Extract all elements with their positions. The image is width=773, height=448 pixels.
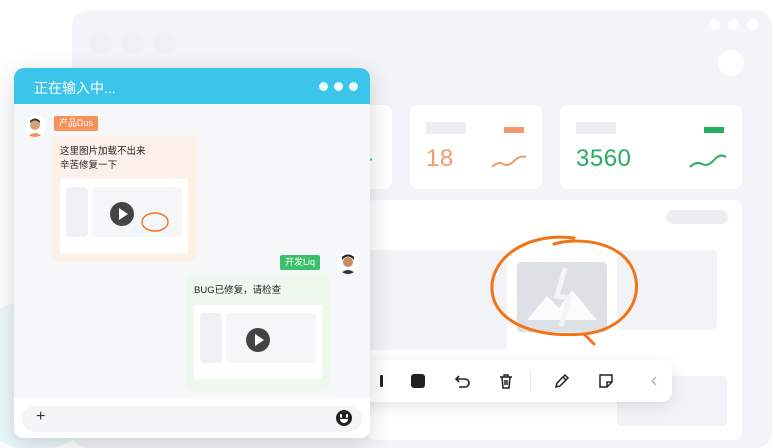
message-line: 这里图片加载不出来 bbox=[60, 146, 146, 157]
stat-value: 18 bbox=[426, 145, 454, 172]
stat-label-placeholder bbox=[426, 122, 466, 134]
avatar[interactable] bbox=[337, 252, 359, 274]
annotation-circle bbox=[490, 235, 639, 346]
dashboard-titlebar bbox=[72, 10, 772, 40]
stop-button[interactable] bbox=[406, 369, 430, 393]
sender-tag: 开发Liq bbox=[280, 255, 321, 270]
message-bubble: 这里图片加载不出来 辛苦修复一下 bbox=[52, 136, 196, 262]
window-controls bbox=[709, 19, 758, 30]
window-dot-icon[interactable] bbox=[349, 82, 358, 91]
undo-icon bbox=[454, 375, 470, 388]
video-thumbnail[interactable] bbox=[60, 179, 188, 253]
chat-window-controls bbox=[319, 82, 358, 91]
undo-button[interactable] bbox=[450, 369, 474, 393]
annotation-circle bbox=[141, 212, 169, 232]
video-thumbnail[interactable] bbox=[194, 305, 322, 379]
play-icon[interactable] bbox=[246, 328, 270, 352]
placeholder-pill bbox=[666, 210, 728, 224]
message-bubble: BUG已修复，请检查 bbox=[186, 275, 330, 391]
stat-card: 3560 bbox=[560, 105, 742, 189]
pen-icon bbox=[554, 373, 570, 389]
sparkline-icon bbox=[491, 155, 527, 168]
stat-value: 3560 bbox=[576, 145, 632, 172]
window-dot-icon[interactable] bbox=[728, 19, 739, 30]
window-dot-icon[interactable] bbox=[747, 19, 758, 30]
pause-icon bbox=[380, 375, 383, 387]
chat-footer: + bbox=[14, 398, 370, 438]
message-line: 辛苦修复一下 bbox=[60, 160, 118, 171]
sparkline-icon bbox=[689, 154, 727, 168]
placeholder-circle bbox=[90, 32, 112, 54]
message-text: 这里图片加载不出来 辛苦修复一下 bbox=[60, 145, 146, 173]
delete-button[interactable] bbox=[494, 369, 518, 393]
avatar[interactable] bbox=[24, 115, 46, 137]
chat-window: 正在输入中... 产品Dus 这里图片加载不出来 辛苦修复一下 开发Liq BU… bbox=[14, 68, 370, 438]
stat-color-bar bbox=[504, 127, 524, 133]
sender-tag: 产品Dus bbox=[54, 116, 99, 131]
window-dot-icon[interactable] bbox=[334, 82, 343, 91]
chat-messages: 产品Dus 这里图片加载不出来 辛苦修复一下 开发Liq BUG已修复，请检查 bbox=[14, 104, 370, 398]
placeholder-block bbox=[66, 187, 88, 237]
stat-label-placeholder bbox=[576, 122, 616, 134]
sticky-note-button[interactable] bbox=[594, 369, 618, 393]
trash-icon bbox=[500, 374, 512, 389]
pen-button[interactable] bbox=[550, 369, 574, 393]
emoji-icon[interactable] bbox=[336, 410, 352, 426]
stat-card: 18 bbox=[410, 105, 542, 189]
play-icon[interactable] bbox=[110, 202, 134, 226]
plus-icon[interactable]: + bbox=[36, 408, 45, 426]
sticky-note-icon bbox=[599, 374, 613, 388]
toolbar-divider bbox=[530, 370, 531, 392]
placeholder-block bbox=[200, 313, 222, 363]
chat-header: 正在输入中... bbox=[14, 68, 370, 104]
message-line: BUG已修复，请检查 bbox=[194, 285, 282, 296]
annotation-toolbar bbox=[360, 360, 672, 402]
placeholder-block bbox=[226, 313, 316, 363]
placeholder-circle bbox=[154, 32, 176, 54]
window-dot-icon[interactable] bbox=[709, 19, 720, 30]
screenshot-stage: 18 3560 正在输入中... 产品Dus 这里图片加载不出来 辛苦修复一下 … bbox=[0, 0, 773, 448]
message-input[interactable]: + bbox=[22, 406, 362, 432]
message-text: BUG已修复，请检查 bbox=[194, 284, 281, 298]
chat-status-title: 正在输入中... bbox=[34, 80, 116, 96]
window-dot-icon[interactable] bbox=[319, 82, 328, 91]
placeholder-circle bbox=[122, 32, 144, 54]
stop-icon bbox=[411, 374, 425, 388]
placeholder-circle bbox=[718, 50, 744, 76]
stat-color-bar bbox=[704, 127, 724, 133]
chevron-left-icon bbox=[651, 376, 657, 386]
collapse-button[interactable] bbox=[642, 369, 666, 393]
